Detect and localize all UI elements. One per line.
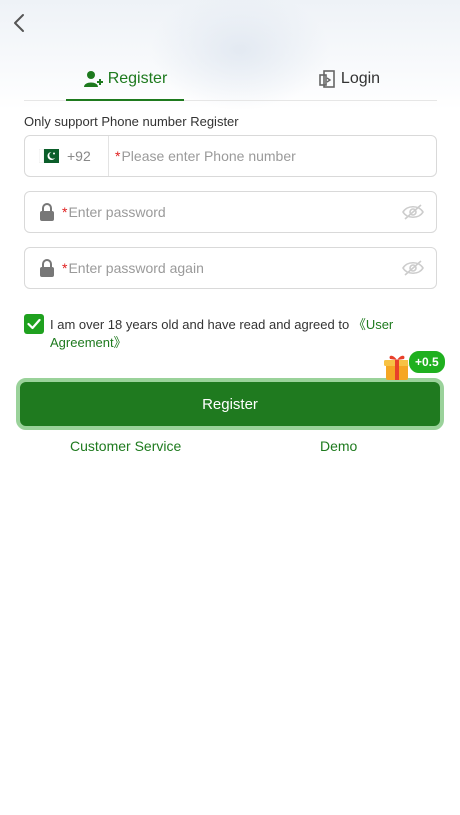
country-code: +92 — [67, 148, 91, 164]
register-button[interactable]: Register — [16, 378, 444, 430]
agreement-checkbox[interactable] — [24, 314, 44, 334]
register-button-label: Register — [202, 395, 258, 413]
tab-login[interactable]: Login — [294, 58, 404, 100]
phone-input[interactable]: * Please enter Phone number — [109, 148, 436, 164]
phone-field: +92 * Please enter Phone number — [24, 135, 437, 177]
tab-login-label: Login — [340, 70, 381, 87]
pakistan-flag-icon — [39, 149, 59, 163]
required-mark: * — [62, 204, 68, 220]
lock-icon — [39, 203, 55, 221]
required-mark: * — [115, 148, 121, 164]
country-code-selector[interactable]: +92 — [25, 136, 109, 176]
demo-link[interactable]: Demo — [320, 438, 357, 454]
check-icon — [27, 318, 41, 330]
auth-tabs: Register Login — [24, 58, 437, 101]
password-again-field[interactable]: * Enter password again — [24, 247, 437, 289]
lock-icon — [39, 259, 55, 277]
user-plus-icon — [83, 70, 103, 88]
door-exit-icon — [318, 69, 336, 89]
register-note: Only support Phone number Register — [24, 114, 239, 129]
tab-register[interactable]: Register — [66, 58, 184, 101]
password-placeholder: Enter password — [68, 204, 166, 220]
agreement-text: I am over 18 years old and have read and… — [50, 316, 430, 352]
password-again-placeholder: Enter password again — [68, 260, 204, 276]
customer-service-link[interactable]: Customer Service — [70, 438, 181, 454]
required-mark: * — [62, 260, 68, 276]
agreement-statement: I am over 18 years old and have read and… — [50, 317, 353, 332]
bonus-badge: +0.5 — [408, 350, 446, 374]
back-button[interactable] — [8, 10, 30, 36]
chevron-left-icon — [14, 14, 24, 32]
eye-off-icon[interactable] — [402, 203, 424, 221]
password-field[interactable]: * Enter password — [24, 191, 437, 233]
phone-placeholder: Please enter Phone number — [121, 148, 296, 164]
tab-register-label: Register — [107, 70, 168, 87]
eye-off-icon[interactable] — [402, 259, 424, 277]
